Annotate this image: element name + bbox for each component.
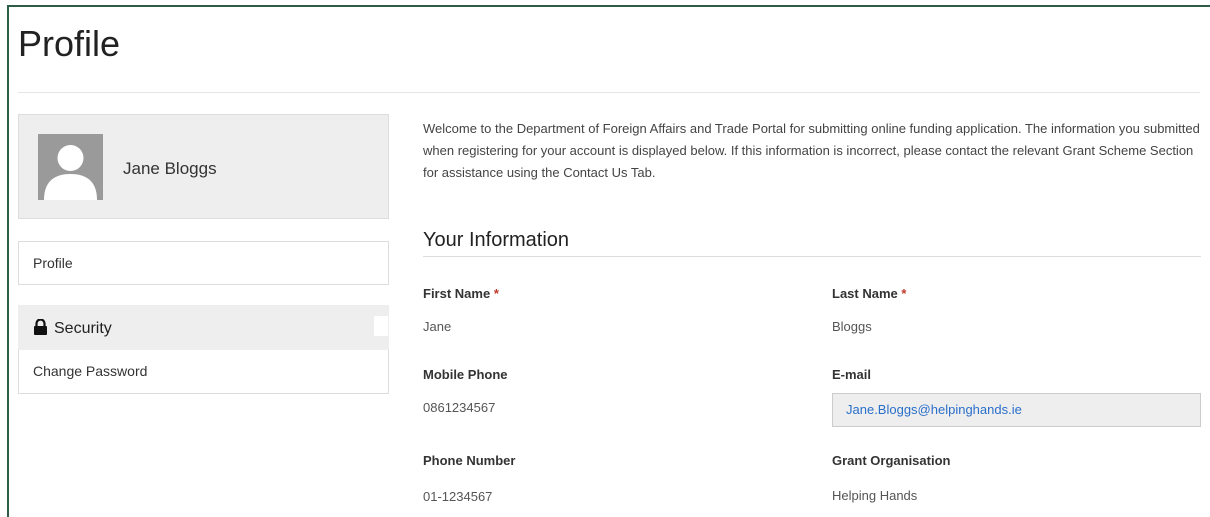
- phone-number-value: 01-1234567: [423, 489, 493, 504]
- page-title: Profile: [18, 23, 121, 64]
- user-silhouette-icon: [38, 134, 103, 200]
- email-value[interactable]: Jane.Bloggs@helpinghands.ie: [846, 402, 1022, 417]
- email-field[interactable]: Jane.Bloggs@helpinghands.ie: [832, 393, 1201, 427]
- avatar: [38, 134, 103, 200]
- user-name: Jane Bloggs: [123, 159, 217, 178]
- first-name-value: Jane: [423, 319, 452, 334]
- title-divider: [18, 92, 1200, 93]
- email-label: E-mail: [832, 367, 872, 382]
- last-name-value: Bloggs: [832, 319, 872, 334]
- security-header-label: Security: [54, 320, 112, 337]
- lock-icon: [33, 308, 48, 353]
- required-marker: *: [493, 286, 499, 301]
- grant-organisation-label: Grant Organisation: [832, 453, 951, 468]
- grant-organisation-value: Helping Hands: [832, 488, 918, 503]
- profile-card: Jane Bloggs: [18, 114, 389, 219]
- first-name-label: First Name *: [423, 286, 499, 301]
- phone-number-label: Phone Number: [423, 453, 516, 468]
- required-marker: *: [901, 286, 907, 301]
- sidebar-item-profile[interactable]: Profile: [18, 241, 389, 285]
- mobile-phone-label: Mobile Phone: [423, 367, 508, 382]
- sidebar-section-security: Security: [18, 305, 389, 350]
- mobile-phone-value: 0861234567: [423, 400, 496, 415]
- last-name-label: Last Name *: [832, 286, 907, 301]
- section-notch: [374, 316, 388, 336]
- sidebar-item-change-password[interactable]: Change Password: [18, 350, 389, 394]
- section-title: Your Information: [423, 229, 570, 251]
- intro-text: Welcome to the Department of Foreign Aff…: [423, 121, 1200, 180]
- section-divider: [423, 256, 1201, 257]
